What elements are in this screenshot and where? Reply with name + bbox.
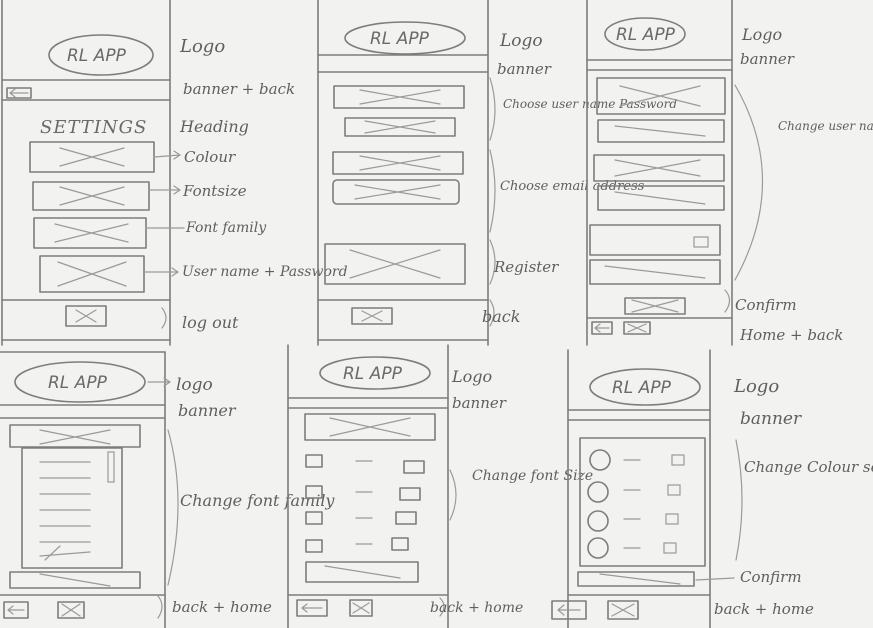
annotation: log out [182,313,239,332]
annotation: Logo [741,25,782,44]
annotation: banner [740,409,802,429]
back-arrow-icon [557,604,581,616]
font-size-option-box[interactable] [391,537,409,551]
font-list-scrollbar[interactable] [107,451,115,483]
back-arrow-icon [9,88,29,98]
colour-swatch-box[interactable] [663,542,677,554]
back-arrow-icon [7,605,25,615]
annotation: back + home [172,598,272,616]
annotation: Confirm [735,296,797,314]
show-password-icon[interactable] [693,236,709,248]
font-size-option-checkbox[interactable] [305,511,323,525]
panel-font-family: RL APP [0,351,179,628]
wireframe-sketch-sheet: RL APP SETTINGS Logo banner + back Headi… [0,0,873,628]
new-password-field[interactable] [589,224,721,256]
logo-text: RL APP [343,364,403,384]
annotation: Logo [451,367,492,386]
annotation: Change font Size [472,468,593,484]
colour-swatch-box[interactable] [665,513,679,525]
annotation: Change font family [180,491,335,510]
annotation: User name + Password [182,264,348,280]
back-arrow-icon [301,603,323,613]
panel-font-size: RL APP [287,344,457,628]
annotation: Confirm [740,568,802,586]
annotation: back + home [430,600,523,616]
panel-settings: RL APP SETTINGS [1,0,185,346]
logo-text: RL APP [616,25,676,45]
colour-radio[interactable] [587,537,609,559]
logo-text: RL APP [67,46,127,66]
logo-text: RL APP [370,29,430,49]
annotation: Logo [499,31,543,51]
annotation: banner [740,50,795,68]
annotation: Choose user name Password [503,97,677,111]
font-list-item-selected[interactable] [39,545,91,561]
logo-text: RL APP [612,378,672,398]
annotation: Change Colour settings [744,458,873,476]
annotation: Colour [184,148,236,166]
panel-change-credentials-annotations: Logo banner Change user name + Password … [735,25,873,344]
panel-register-annotations: Logo banner Choose user name Password Ch… [482,31,677,326]
annotation: Home + back [739,326,843,344]
font-size-option-box[interactable] [395,511,417,525]
annotation: banner [497,60,552,78]
font-size-option-checkbox[interactable] [305,539,323,553]
annotation: banner + back [183,80,295,98]
colour-radio[interactable] [587,510,609,532]
font-size-option-box[interactable] [403,460,425,474]
annotation: banner [452,394,507,412]
annotation: Logo [733,376,779,397]
panel-font-family-annotations: logo banner Change font family back + ho… [172,375,335,616]
colour-swatch-box[interactable] [667,484,681,496]
annotation: Heading [179,117,249,136]
annotation: Fontsize [182,182,247,200]
annotation: logo [176,375,213,395]
panel-colour-settings-annotations: Logo banner Change Colour settings Confi… [714,376,873,618]
colour-radio[interactable] [587,481,609,503]
panel-change-credentials: RL APP [586,0,763,346]
font-size-option-box[interactable] [399,487,421,501]
colour-radio[interactable] [589,449,611,471]
panel-settings-annotations: Logo banner + back Heading Colour Fontsi… [179,36,348,332]
font-list[interactable] [21,447,123,569]
font-family-dropdown[interactable] [9,424,141,448]
back-arrow-icon [594,323,610,333]
annotation: Logo [179,36,225,57]
annotation: back [482,307,520,326]
font-size-option-checkbox[interactable] [305,454,323,468]
colour-swatch-box[interactable] [671,454,685,466]
annotation: Register [493,258,559,276]
annotation: back + home [714,600,814,618]
annotation: Change user name + Password [778,119,873,133]
logo-text: RL APP [48,373,108,393]
annotation: Font family [185,220,267,236]
settings-heading: SETTINGS [40,117,147,138]
panel-register: RL APP [317,0,496,346]
annotation: banner [178,401,237,420]
panel-colour-settings: RL APP [551,349,743,628]
